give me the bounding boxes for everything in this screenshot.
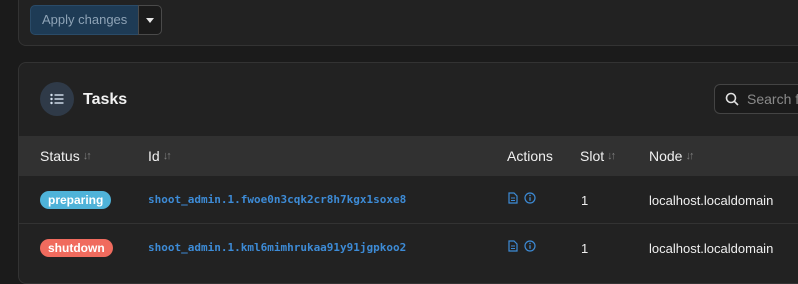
node-value: localhost.localdomain <box>649 241 774 256</box>
column-label: Status <box>40 148 80 164</box>
column-label: Id <box>148 148 160 164</box>
column-label: Actions <box>507 148 553 164</box>
row-divider <box>19 223 798 224</box>
chevron-down-icon <box>146 17 155 23</box>
node-value: localhost.localdomain <box>649 193 774 208</box>
column-status[interactable]: Status ↓↑ <box>40 148 92 164</box>
tasks-panel: Tasks Status ↓↑ Id ↓↑ Actions Slot ↓↑ No… <box>18 62 798 284</box>
apply-button-group: Apply changes <box>30 5 163 35</box>
document-icon[interactable] <box>508 240 518 252</box>
info-icon[interactable] <box>524 192 536 204</box>
column-id[interactable]: Id ↓↑ <box>148 148 172 164</box>
sort-icon[interactable]: ↓↑ <box>83 150 92 162</box>
column-label: Node <box>649 148 683 164</box>
column-label: Slot <box>580 148 605 164</box>
search-icon <box>725 92 739 106</box>
row-actions <box>508 192 536 204</box>
apply-changes-button[interactable]: Apply changes <box>30 5 139 35</box>
sort-icon[interactable]: ↓↑ <box>607 150 616 162</box>
table-header: Status ↓↑ Id ↓↑ Actions Slot ↓↑ Node ↓↑ <box>19 136 798 176</box>
status-badge: preparing <box>40 191 112 209</box>
task-id-link[interactable]: shoot_admin.1.fwoe0n3cqk2cr8h7kgx1soxe8 <box>148 193 406 206</box>
list-icon <box>40 82 74 116</box>
panel-title: Tasks <box>83 91 128 108</box>
column-slot[interactable]: Slot ↓↑ <box>580 148 616 164</box>
apply-options-dropdown[interactable] <box>138 5 163 35</box>
row-actions <box>508 240 536 252</box>
search-input[interactable] <box>745 90 798 108</box>
slot-value: 1 <box>581 193 589 208</box>
info-icon[interactable] <box>524 240 536 252</box>
search-field[interactable] <box>714 84 798 114</box>
slot-value: 1 <box>581 241 589 256</box>
task-id-link[interactable]: shoot_admin.1.kml6mimhrukaa91y91jgpkoo2 <box>148 241 406 254</box>
column-node[interactable]: Node ↓↑ <box>649 148 694 164</box>
document-icon[interactable] <box>508 192 518 204</box>
status-badge: shutdown <box>40 239 113 257</box>
sort-icon[interactable]: ↓↑ <box>685 150 694 162</box>
column-actions: Actions <box>507 148 553 164</box>
sort-icon[interactable]: ↓↑ <box>163 150 172 162</box>
